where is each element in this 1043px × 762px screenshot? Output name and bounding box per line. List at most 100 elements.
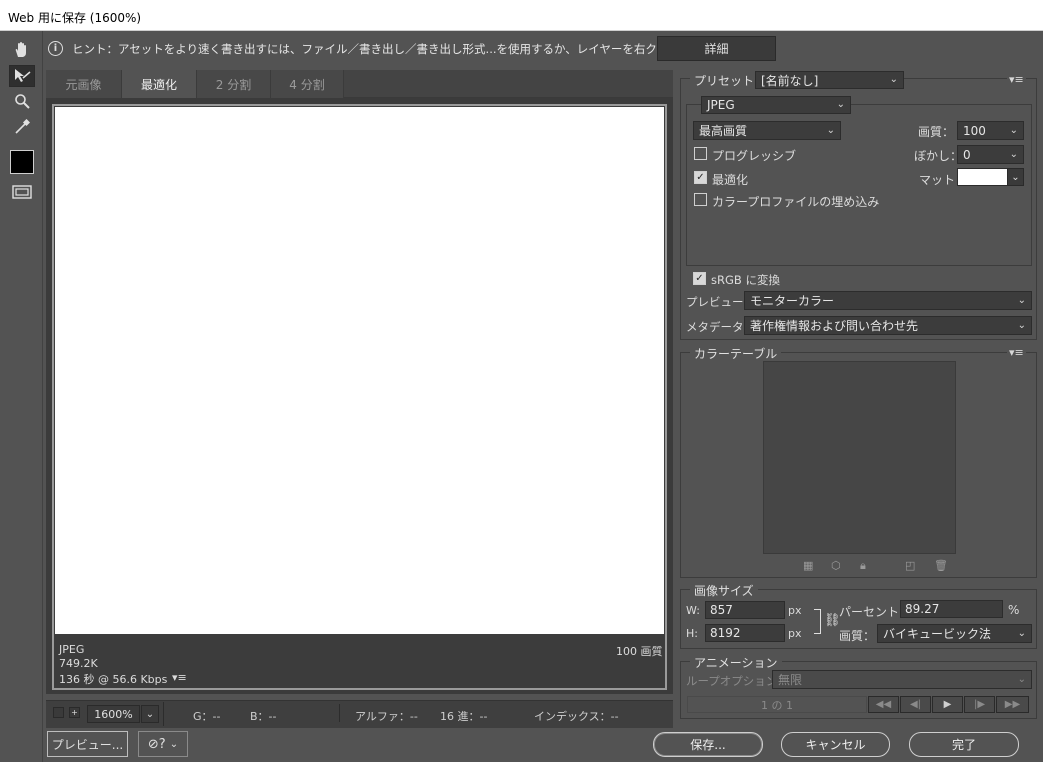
browser-icon: ⊘?: [147, 736, 166, 752]
progressive-label: プログレッシブ: [712, 149, 797, 163]
next-frame-icon[interactable]: |▶: [964, 696, 995, 713]
detail-button[interactable]: 詳細: [657, 36, 776, 61]
chevron-down-icon: ⌄: [836, 98, 845, 110]
tool-column: [0, 31, 43, 762]
metadata-value: 著作権情報および問い合わせ先: [750, 319, 919, 333]
embed-profile-checkbox[interactable]: [694, 193, 707, 206]
resample-quality-select[interactable]: バイキュービック法 ⌄: [877, 624, 1032, 643]
chevron-down-icon: ⌄: [1017, 319, 1026, 331]
web-snap-icon[interactable]: ▦: [803, 559, 813, 572]
tab-optimized[interactable]: 最適化: [122, 70, 197, 98]
chevron-down-icon: ⌄: [1017, 627, 1026, 639]
chevron-down-icon: ⌄: [1017, 294, 1026, 306]
color-table-grid[interactable]: [763, 361, 956, 554]
preview-button[interactable]: プレビュー...: [47, 731, 128, 757]
quality-value-field[interactable]: 100 ⌄: [957, 121, 1024, 140]
settings-menu-icon[interactable]: ▾≡: [1007, 73, 1026, 86]
blur-value: 0: [963, 147, 971, 162]
cube-icon[interactable]: ⬡: [831, 559, 841, 572]
matte-color-swatch[interactable]: [957, 168, 1008, 186]
hand-tool-icon[interactable]: [9, 39, 35, 61]
previous-frame-icon[interactable]: ◀|: [900, 696, 931, 713]
quality-value: 100: [963, 123, 986, 138]
zoom-tool-icon[interactable]: [9, 90, 35, 112]
preview-quality: 100 画質: [616, 645, 663, 658]
toggle-slices-icon[interactable]: [9, 181, 35, 203]
zoom-level-field[interactable]: 1600%: [87, 705, 140, 723]
window-title: Web 用に保存 (1600%): [8, 11, 142, 25]
loop-options-select[interactable]: 無限 ⌄: [772, 670, 1032, 689]
slice-select-tool-icon[interactable]: [9, 65, 35, 87]
quality-label: 画質：: [918, 125, 955, 139]
done-button[interactable]: 完了: [909, 732, 1019, 757]
preview-download-time: 136 秒 @ 56.6 Kbps: [59, 673, 168, 686]
chevron-down-icon: ⌄: [1009, 124, 1018, 136]
eyedropper-tool-icon[interactable]: [9, 116, 35, 138]
status-divider: [163, 702, 164, 726]
optimize-checkbox[interactable]: ✓: [694, 171, 707, 184]
color-table-menu-icon[interactable]: ▾≡: [1007, 346, 1026, 359]
width-unit: px: [788, 604, 802, 617]
preview-file-size: 749.2K: [59, 657, 98, 670]
status-alpha: アルファ：--: [355, 710, 418, 723]
srgb-checkbox[interactable]: ✓: [693, 272, 706, 285]
srgb-label: sRGB に変換: [711, 273, 780, 287]
preview-format: JPEG: [59, 643, 85, 656]
constrain-bracket: [814, 609, 821, 634]
download-speed-menu-icon[interactable]: ▾≡: [172, 671, 187, 684]
metadata-select[interactable]: 著作権情報および問い合わせ先 ⌄: [744, 316, 1032, 335]
blur-value-field[interactable]: 0 ⌄: [957, 145, 1024, 164]
cancel-button[interactable]: キャンセル: [781, 732, 890, 757]
tab-2up[interactable]: 2 分割: [197, 70, 271, 98]
last-frame-icon[interactable]: ▶▶: [996, 696, 1029, 713]
quality-preset-select[interactable]: 最高画質 ⌄: [693, 121, 841, 140]
preview-color-select[interactable]: モニターカラー ⌄: [744, 291, 1032, 310]
animation-title: アニメーション: [690, 654, 782, 671]
tab-original[interactable]: 元画像: [46, 70, 122, 98]
chevron-down-icon: ⌄: [169, 738, 179, 750]
progressive-checkbox[interactable]: [694, 147, 707, 160]
loop-options-value: 無限: [778, 673, 803, 687]
percent-unit: %: [1008, 603, 1020, 617]
tab-4up[interactable]: 4 分割: [271, 70, 344, 98]
status-hex: 16 進：--: [440, 710, 488, 723]
zoom-out-icon[interactable]: [53, 707, 64, 718]
save-button[interactable]: 保存...: [653, 732, 763, 757]
chevron-down-icon: ⌄: [1017, 673, 1026, 685]
image-preview[interactable]: [55, 107, 664, 634]
optimize-label: 最適化: [712, 173, 749, 187]
info-icon: i: [48, 41, 63, 56]
blur-label: ぼかし：: [914, 149, 963, 163]
status-green: G：--: [193, 710, 221, 723]
play-icon[interactable]: ▶: [932, 696, 963, 713]
status-divider: [339, 704, 340, 722]
preset-value: [名前なし]: [761, 73, 819, 88]
trash-icon[interactable]: 🗑︎: [934, 559, 948, 572]
lock-icon[interactable]: 🔒︎: [860, 559, 866, 573]
quality-preset-value: 最高画質: [699, 124, 748, 138]
preset-select[interactable]: [名前なし] ⌄: [755, 71, 904, 89]
browser-preview-button[interactable]: ⊘? ⌄: [138, 731, 188, 757]
new-color-icon[interactable]: ◰: [905, 559, 915, 572]
format-value: JPEG: [707, 98, 735, 112]
zoom-in-icon[interactable]: +: [69, 707, 80, 718]
image-size-title: 画像サイズ: [690, 582, 758, 599]
frame-counter: 1 の 1: [687, 696, 867, 713]
matte-dropdown-chevron-icon[interactable]: ⌄: [1007, 168, 1024, 186]
status-index: インデックス：--: [534, 710, 619, 723]
height-label: H:: [686, 627, 698, 640]
first-frame-icon[interactable]: ◀◀: [868, 696, 899, 713]
resample-quality-value: バイキュービック法: [883, 627, 992, 641]
height-field[interactable]: 8192: [705, 624, 785, 642]
window-title-bar: Web 用に保存 (1600%): [0, 0, 1043, 31]
zoom-dropdown-chevron-icon[interactable]: ⌄: [141, 705, 159, 723]
format-select[interactable]: JPEG ⌄: [701, 96, 851, 114]
percent-field[interactable]: 89.27: [900, 600, 1003, 618]
eyedropper-color-swatch[interactable]: [10, 150, 34, 174]
embed-profile-label: カラープロファイルの埋め込み: [712, 195, 880, 209]
width-field[interactable]: 857: [705, 601, 785, 619]
hint-text: ヒント：アセットをより速く書き出すには、ファイル／書き出し／書き出し形式...を…: [72, 42, 749, 56]
resample-quality-label: 画質：: [839, 629, 876, 643]
height-unit: px: [788, 627, 802, 640]
chevron-down-icon: ⌄: [889, 73, 898, 85]
